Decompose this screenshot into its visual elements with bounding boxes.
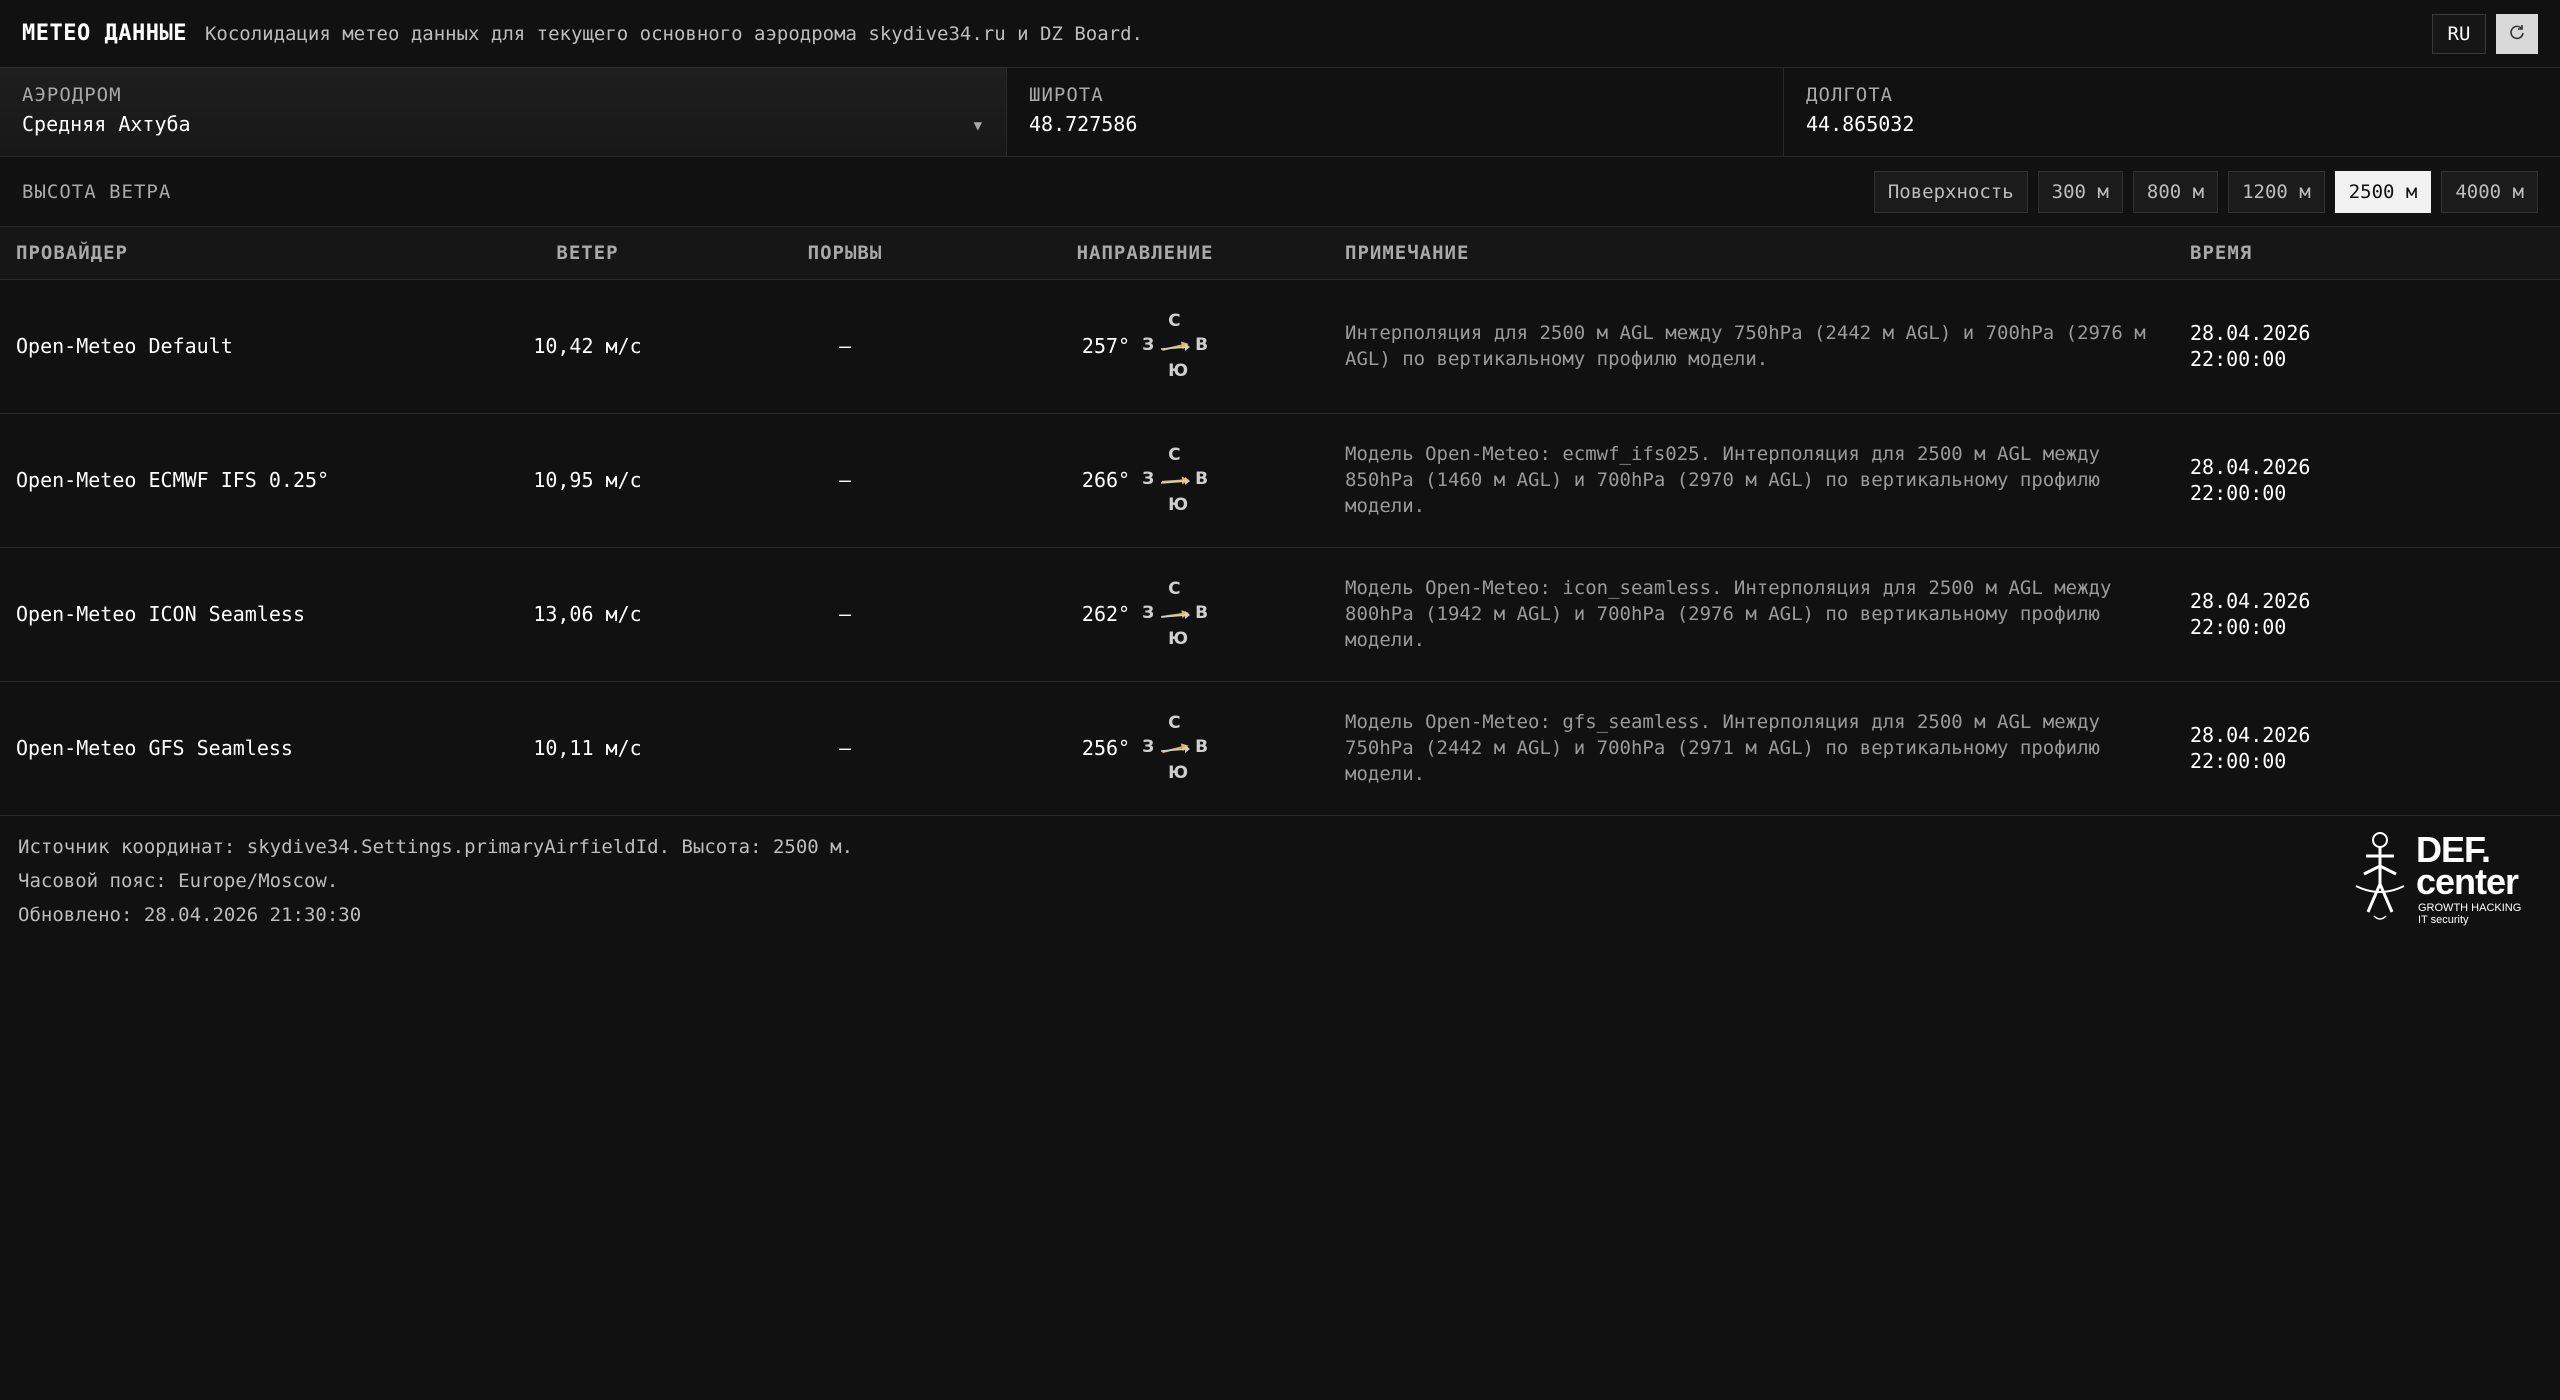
header-note: ПРИМЕЧАНИЕ [1345,227,2190,280]
provider-name: Open-Meteo ICON Seamless [0,547,430,682]
table-row: Open-Meteo Default 10,42 м/с — 257° С З … [0,279,2560,414]
forecast-clock: 22:00:00 [2190,749,2287,773]
provider-name: Open-Meteo Default [0,279,430,414]
wind-arrow-icon [1161,341,1191,351]
direction-degrees: 256° [1081,736,1131,760]
compass-west: З [1142,737,1155,757]
longitude-label: ДОЛГОТА [1806,84,1894,106]
table-row: Open-Meteo ICON Seamless 13,06 м/с — 262… [0,547,2560,682]
chevron-down-icon: ▼ [973,118,982,134]
logo-wordmark: DEF. center [2416,828,2519,902]
direction-degrees: 257° [1081,334,1131,358]
page-title: МЕТЕО ДАННЫЕ [22,21,187,46]
gust-speed: — [745,547,945,682]
airfield-label: АЭРОДРОМ [22,84,122,106]
compass: С З В Ю [1142,713,1208,783]
compass: С З В Ю [1142,445,1208,515]
wind-table: ПРОВАЙДЕР ВЕТЕР ПОРЫВЫ НАПРАВЛЕНИЕ ПРИМЕ… [0,227,2560,816]
location-bar: АЭРОДРОМ Средняя Ахтуба ▼ ШИРОТА 48.7275… [0,68,2560,157]
compass: С З В Ю [1142,579,1208,649]
forecast-time: 28.04.2026 22:00:00 [2190,413,2560,548]
provider-name: Open-Meteo GFS Seamless [0,681,430,816]
longitude-field: ДОЛГОТА 44.865032 [1784,68,2560,156]
direction-cell: 262° С З В Ю [945,547,1345,682]
direction-cell: 266° С З В Ю [945,413,1345,548]
latitude-field: ШИРОТА 48.727586 [1007,68,1784,156]
app-header: МЕТЕО ДАННЫЕ Косолидация метео данных дл… [0,0,2560,68]
compass-east: В [1195,469,1209,489]
provider-note: Модель Open-Meteo: gfs_seamless. Интерпо… [1345,681,2190,816]
gust-speed: — [745,681,945,816]
compass: С З В Ю [1142,311,1208,381]
header-provider: ПРОВАЙДЕР [0,227,430,280]
defcenter-logo: DEF. center GROWTH HACKING IT security [2346,826,2536,926]
altitude-bar: ВЫСОТА ВЕТРА Поверхность 300 м 800 м 1200 м… [0,157,2560,227]
footer-timezone: Часовой пояс: Europe/Moscow. [18,869,339,892]
wind-speed: 10,95 м/с [430,413,745,548]
header-direction: НАПРАВЛЕНИЕ [945,227,1345,280]
compass-east: В [1195,603,1209,623]
gust-speed: — [745,279,945,414]
skydiver-figure-icon [2355,831,2405,920]
table-row: Open-Meteo ECMWF IFS 0.25° 10,95 м/с — 2… [0,413,2560,548]
compass-east: В [1195,737,1209,757]
wind-speed: 13,06 м/с [430,547,745,682]
provider-note: Интерполяция для 2500 м AGL между 750hPa… [1345,279,2190,414]
table-header-row: ПРОВАЙДЕР ВЕТЕР ПОРЫВЫ НАПРАВЛЕНИЕ ПРИМЕ… [0,227,2560,280]
direction-degrees: 266° [1081,468,1131,492]
header-actions: RU [2432,14,2538,54]
altitude-option-button[interactable]: 300 м [2037,171,2123,213]
logo-tagline: GROWTH HACKING IT security [2418,901,2522,926]
refresh-button[interactable] [2496,14,2538,54]
forecast-clock: 22:00:00 [2190,347,2287,371]
wind-arrow-icon [1161,476,1191,485]
altitude-option-button[interactable]: 4000 м [2441,171,2538,213]
forecast-date: 28.04.2026 [2190,455,2311,479]
footer: Источник координат: skydive34.Settings.p… [0,816,2560,946]
forecast-date: 28.04.2026 [2190,321,2311,345]
altitude-options: Поверхность 300 м 800 м 1200 м 2500 м 4000 м [1873,171,2538,213]
forecast-clock: 22:00:00 [2190,481,2287,505]
table-row: Open-Meteo GFS Seamless 10,11 м/с — 256°… [0,681,2560,816]
refresh-icon [2508,23,2526,45]
provider-name: Open-Meteo ECMWF IFS 0.25° [0,413,430,548]
header-gusts: ПОРЫВЫ [745,227,945,280]
direction-cell: 256° С З В Ю [945,681,1345,816]
provider-note: Модель Open-Meteo: ecmwf_ifs025. Интерпо… [1345,413,2190,548]
header-wind: ВЕТЕР [430,227,745,280]
longitude-value: 44.865032 [1806,112,1915,136]
airfield-value: Средняя Ахтуба [22,112,191,136]
forecast-time: 28.04.2026 22:00:00 [2190,279,2560,414]
gust-speed: — [745,413,945,548]
compass-west: З [1142,335,1155,355]
language-button[interactable]: RU [2432,14,2486,54]
latitude-value: 48.727586 [1029,112,1138,136]
wind-speed: 10,11 м/с [430,681,745,816]
forecast-date: 28.04.2026 [2190,723,2311,747]
header-time: ВРЕМЯ [2190,227,2560,280]
footer-source: Источник координат: skydive34.Settings.p… [18,835,854,858]
page-subtitle: Косолидация метео данных для текущего ос… [204,22,1143,45]
wind-arrow-icon [1161,743,1191,754]
forecast-date: 28.04.2026 [2190,589,2311,613]
airfield-select[interactable]: АЭРОДРОМ Средняя Ахтуба ▼ [0,68,1007,156]
compass-west: З [1142,603,1155,623]
compass-east: В [1195,335,1209,355]
forecast-clock: 22:00:00 [2190,615,2287,639]
altitude-label: ВЫСОТА ВЕТРА [22,180,172,203]
direction-degrees: 262° [1081,602,1131,626]
altitude-option-button[interactable]: Поверхность [1873,171,2028,213]
latitude-label: ШИРОТА [1029,84,1104,106]
wind-speed: 10,42 м/с [430,279,745,414]
direction-cell: 257° С З В Ю [945,279,1345,414]
footer-updated: Обновлено: 28.04.2026 21:30:30 [18,903,362,926]
forecast-time: 28.04.2026 22:00:00 [2190,547,2560,682]
provider-note: Модель Open-Meteo: icon_seamless. Интерп… [1345,547,2190,682]
wind-arrow-icon [1161,610,1191,619]
altitude-option-button[interactable]: 1200 м [2228,171,2325,213]
altitude-option-button[interactable]: 800 м [2132,171,2219,213]
altitude-option-button[interactable]: 2500 м [2334,171,2432,213]
compass-west: З [1142,469,1155,489]
forecast-time: 28.04.2026 22:00:00 [2190,681,2560,816]
